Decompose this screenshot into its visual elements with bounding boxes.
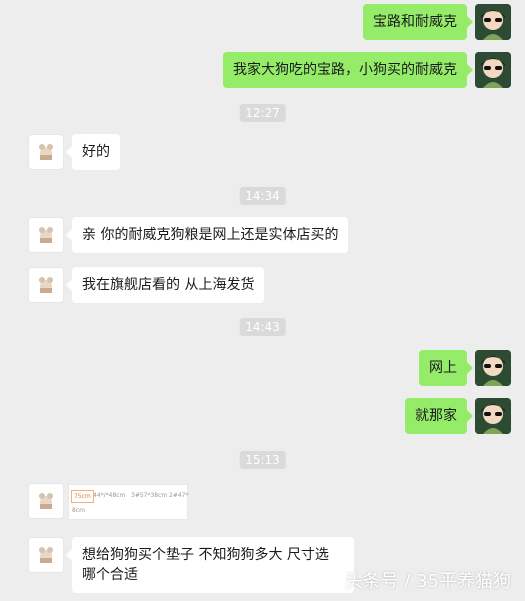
size-option: 2#47*	[169, 492, 189, 499]
user-avatar-icon	[475, 398, 511, 434]
pet-avatar-icon	[29, 268, 63, 302]
pet-avatar-icon	[29, 218, 63, 252]
message-bubble[interactable]: 就那家	[405, 398, 473, 434]
pet-avatar-icon	[29, 484, 63, 518]
self-avatar[interactable]	[475, 52, 511, 88]
message-text: 亲 你的耐威克狗粮是网上还是实体店买的	[82, 227, 339, 243]
message-bubble[interactable]: 宝路和耐威克	[363, 4, 473, 40]
image-message[interactable]: 75cm 44*/*48cm 3#57*38cm 2#47* 8cm	[68, 484, 188, 520]
timestamp: 14:43	[239, 318, 286, 336]
message-bubble[interactable]: 好的	[66, 134, 120, 170]
contact-avatar[interactable]	[28, 267, 64, 303]
message-text: 我在旗舰店看的 从上海发货	[82, 277, 255, 293]
self-avatar[interactable]	[475, 398, 511, 434]
contact-avatar[interactable]	[28, 483, 64, 519]
chat-window: 宝路和耐威克 我家大狗吃的宝路，小狗买的耐威克 12:27 好的 14:34 亲…	[0, 0, 525, 601]
timestamp: 12:27	[239, 104, 286, 122]
user-avatar-icon	[475, 4, 511, 40]
self-avatar[interactable]	[475, 4, 511, 40]
message-text: 哪个合适	[82, 567, 138, 583]
pet-avatar-icon	[29, 538, 63, 572]
timestamp: 14:34	[239, 187, 286, 205]
self-avatar[interactable]	[475, 350, 511, 386]
message-text: 想给狗狗买个垫子 不知狗狗多大 尺寸选	[82, 547, 329, 563]
message-bubble[interactable]: 亲 你的耐威克狗粮是网上还是实体店买的	[65, 217, 349, 253]
pet-avatar-icon	[29, 135, 63, 169]
message-text: 宝路和耐威克	[373, 14, 457, 30]
message-bubble[interactable]: 想给狗狗买个垫子 不知狗狗多大 尺寸选 哪个合适	[66, 537, 354, 593]
message-text: 我家大狗吃的宝路，小狗买的耐威克	[233, 62, 457, 78]
timestamp: 15:13	[239, 451, 286, 469]
size-note: 8cm	[72, 507, 85, 514]
size-option: 75cm	[71, 490, 94, 503]
user-avatar-icon	[475, 52, 511, 88]
user-avatar-icon	[475, 350, 511, 386]
contact-avatar[interactable]	[28, 217, 64, 253]
message-text: 好的	[82, 144, 110, 160]
contact-avatar[interactable]	[28, 537, 64, 573]
size-option: 44*/*48cm	[93, 492, 126, 499]
contact-avatar[interactable]	[28, 134, 64, 170]
size-option: 3#57*38cm	[131, 492, 168, 499]
message-bubble[interactable]: 我在旗舰店看的 从上海发货	[65, 267, 265, 303]
watermark: 头条号 / 35平养猫狗	[344, 571, 511, 592]
message-text: 就那家	[415, 408, 457, 424]
message-text: 网上	[429, 360, 457, 376]
size-options-row: 75cm 44*/*48cm 3#57*38cm 2#47*	[69, 490, 189, 503]
message-bubble[interactable]: 我家大狗吃的宝路，小狗买的耐威克	[223, 52, 473, 88]
message-bubble[interactable]: 网上	[419, 350, 473, 386]
